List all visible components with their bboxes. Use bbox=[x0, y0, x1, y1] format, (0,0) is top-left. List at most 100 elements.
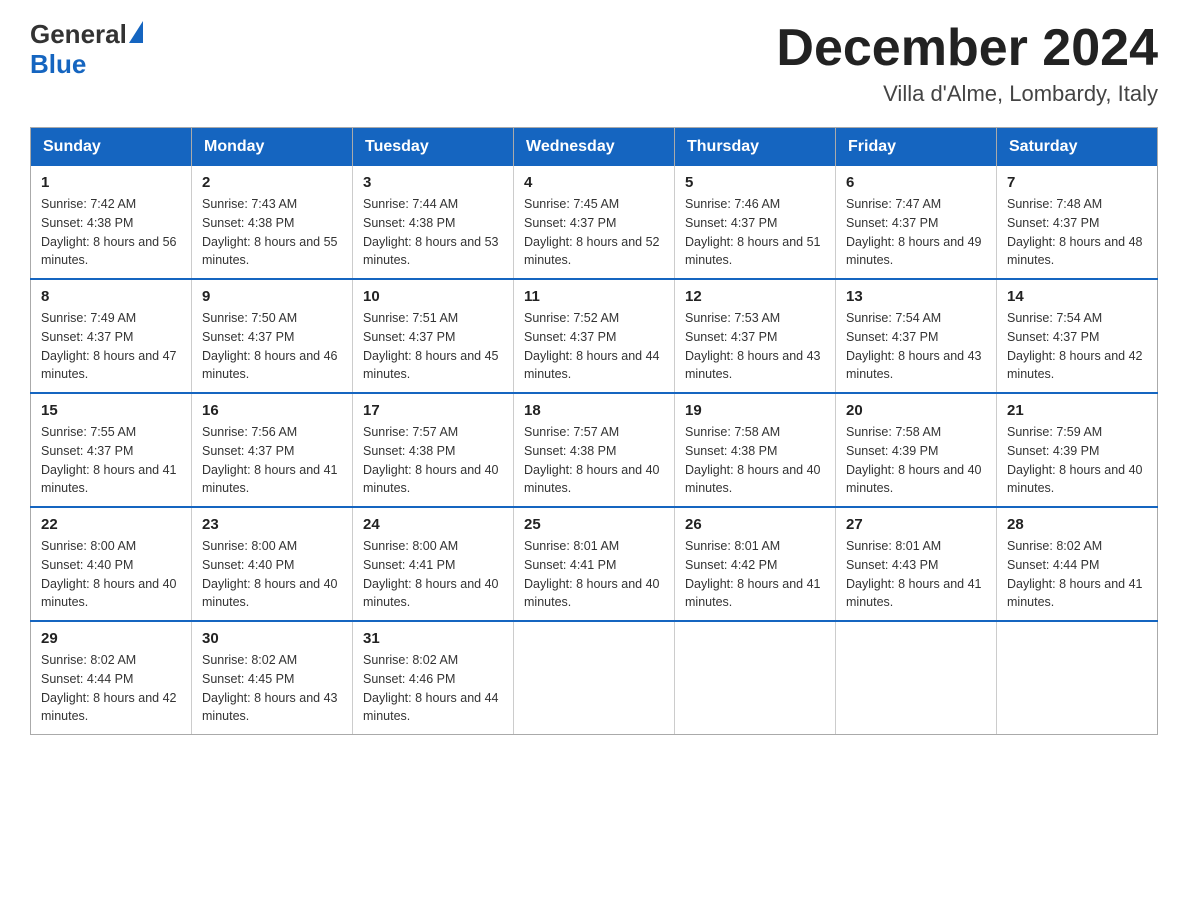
table-row: 17 Sunrise: 7:57 AMSunset: 4:38 PMDaylig… bbox=[353, 393, 514, 507]
table-row: 8 Sunrise: 7:49 AMSunset: 4:37 PMDayligh… bbox=[31, 279, 192, 393]
day-info: Sunrise: 8:01 AMSunset: 4:43 PMDaylight:… bbox=[846, 537, 986, 612]
page-header: General Blue December 2024 Villa d'Alme,… bbox=[30, 20, 1158, 107]
day-number: 1 bbox=[41, 174, 181, 191]
table-row: 4 Sunrise: 7:45 AMSunset: 4:37 PMDayligh… bbox=[514, 166, 675, 279]
table-row: 27 Sunrise: 8:01 AMSunset: 4:43 PMDaylig… bbox=[836, 507, 997, 621]
table-row: 18 Sunrise: 7:57 AMSunset: 4:38 PMDaylig… bbox=[514, 393, 675, 507]
table-row: 30 Sunrise: 8:02 AMSunset: 4:45 PMDaylig… bbox=[192, 621, 353, 735]
table-row: 25 Sunrise: 8:01 AMSunset: 4:41 PMDaylig… bbox=[514, 507, 675, 621]
day-info: Sunrise: 8:02 AMSunset: 4:45 PMDaylight:… bbox=[202, 651, 342, 726]
calendar-header-row: Sunday Monday Tuesday Wednesday Thursday… bbox=[31, 128, 1158, 167]
header-saturday: Saturday bbox=[997, 128, 1158, 167]
day-info: Sunrise: 7:52 AMSunset: 4:37 PMDaylight:… bbox=[524, 309, 664, 384]
day-number: 6 bbox=[846, 174, 986, 191]
day-info: Sunrise: 7:54 AMSunset: 4:37 PMDaylight:… bbox=[1007, 309, 1147, 384]
day-info: Sunrise: 7:55 AMSunset: 4:37 PMDaylight:… bbox=[41, 423, 181, 498]
day-info: Sunrise: 7:45 AMSunset: 4:37 PMDaylight:… bbox=[524, 195, 664, 270]
day-number: 19 bbox=[685, 402, 825, 419]
day-number: 3 bbox=[363, 174, 503, 191]
page-subtitle: Villa d'Alme, Lombardy, Italy bbox=[776, 81, 1158, 107]
day-number: 5 bbox=[685, 174, 825, 191]
day-info: Sunrise: 7:42 AMSunset: 4:38 PMDaylight:… bbox=[41, 195, 181, 270]
day-info: Sunrise: 7:59 AMSunset: 4:39 PMDaylight:… bbox=[1007, 423, 1147, 498]
table-row bbox=[675, 621, 836, 735]
table-row: 31 Sunrise: 8:02 AMSunset: 4:46 PMDaylig… bbox=[353, 621, 514, 735]
day-info: Sunrise: 8:00 AMSunset: 4:40 PMDaylight:… bbox=[41, 537, 181, 612]
calendar-table: Sunday Monday Tuesday Wednesday Thursday… bbox=[30, 127, 1158, 735]
day-number: 23 bbox=[202, 516, 342, 533]
day-info: Sunrise: 7:50 AMSunset: 4:37 PMDaylight:… bbox=[202, 309, 342, 384]
day-info: Sunrise: 8:00 AMSunset: 4:41 PMDaylight:… bbox=[363, 537, 503, 612]
day-number: 28 bbox=[1007, 516, 1147, 533]
day-number: 4 bbox=[524, 174, 664, 191]
day-info: Sunrise: 7:43 AMSunset: 4:38 PMDaylight:… bbox=[202, 195, 342, 270]
calendar-week-row: 8 Sunrise: 7:49 AMSunset: 4:37 PMDayligh… bbox=[31, 279, 1158, 393]
day-number: 22 bbox=[41, 516, 181, 533]
day-number: 15 bbox=[41, 402, 181, 419]
day-info: Sunrise: 7:48 AMSunset: 4:37 PMDaylight:… bbox=[1007, 195, 1147, 270]
day-number: 31 bbox=[363, 630, 503, 647]
calendar-week-row: 29 Sunrise: 8:02 AMSunset: 4:44 PMDaylig… bbox=[31, 621, 1158, 735]
calendar-week-row: 22 Sunrise: 8:00 AMSunset: 4:40 PMDaylig… bbox=[31, 507, 1158, 621]
logo: General Blue bbox=[30, 20, 143, 80]
day-number: 17 bbox=[363, 402, 503, 419]
day-info: Sunrise: 7:51 AMSunset: 4:37 PMDaylight:… bbox=[363, 309, 503, 384]
logo-general-text: General bbox=[30, 20, 127, 49]
table-row: 24 Sunrise: 8:00 AMSunset: 4:41 PMDaylig… bbox=[353, 507, 514, 621]
table-row: 26 Sunrise: 8:01 AMSunset: 4:42 PMDaylig… bbox=[675, 507, 836, 621]
day-info: Sunrise: 7:58 AMSunset: 4:39 PMDaylight:… bbox=[846, 423, 986, 498]
table-row: 15 Sunrise: 7:55 AMSunset: 4:37 PMDaylig… bbox=[31, 393, 192, 507]
table-row: 28 Sunrise: 8:02 AMSunset: 4:44 PMDaylig… bbox=[997, 507, 1158, 621]
day-info: Sunrise: 8:02 AMSunset: 4:44 PMDaylight:… bbox=[1007, 537, 1147, 612]
table-row: 7 Sunrise: 7:48 AMSunset: 4:37 PMDayligh… bbox=[997, 166, 1158, 279]
day-number: 2 bbox=[202, 174, 342, 191]
title-block: December 2024 Villa d'Alme, Lombardy, It… bbox=[776, 20, 1158, 107]
day-number: 30 bbox=[202, 630, 342, 647]
day-number: 13 bbox=[846, 288, 986, 305]
table-row: 20 Sunrise: 7:58 AMSunset: 4:39 PMDaylig… bbox=[836, 393, 997, 507]
table-row bbox=[997, 621, 1158, 735]
day-number: 8 bbox=[41, 288, 181, 305]
day-number: 18 bbox=[524, 402, 664, 419]
table-row: 9 Sunrise: 7:50 AMSunset: 4:37 PMDayligh… bbox=[192, 279, 353, 393]
calendar-week-row: 1 Sunrise: 7:42 AMSunset: 4:38 PMDayligh… bbox=[31, 166, 1158, 279]
day-info: Sunrise: 8:01 AMSunset: 4:41 PMDaylight:… bbox=[524, 537, 664, 612]
day-info: Sunrise: 7:58 AMSunset: 4:38 PMDaylight:… bbox=[685, 423, 825, 498]
table-row: 3 Sunrise: 7:44 AMSunset: 4:38 PMDayligh… bbox=[353, 166, 514, 279]
day-number: 9 bbox=[202, 288, 342, 305]
logo-triangle-icon bbox=[129, 21, 143, 43]
day-number: 14 bbox=[1007, 288, 1147, 305]
table-row: 29 Sunrise: 8:02 AMSunset: 4:44 PMDaylig… bbox=[31, 621, 192, 735]
table-row: 5 Sunrise: 7:46 AMSunset: 4:37 PMDayligh… bbox=[675, 166, 836, 279]
header-friday: Friday bbox=[836, 128, 997, 167]
day-info: Sunrise: 8:01 AMSunset: 4:42 PMDaylight:… bbox=[685, 537, 825, 612]
table-row: 23 Sunrise: 8:00 AMSunset: 4:40 PMDaylig… bbox=[192, 507, 353, 621]
header-monday: Monday bbox=[192, 128, 353, 167]
table-row: 2 Sunrise: 7:43 AMSunset: 4:38 PMDayligh… bbox=[192, 166, 353, 279]
table-row: 22 Sunrise: 8:00 AMSunset: 4:40 PMDaylig… bbox=[31, 507, 192, 621]
table-row: 6 Sunrise: 7:47 AMSunset: 4:37 PMDayligh… bbox=[836, 166, 997, 279]
header-thursday: Thursday bbox=[675, 128, 836, 167]
table-row: 1 Sunrise: 7:42 AMSunset: 4:38 PMDayligh… bbox=[31, 166, 192, 279]
day-number: 16 bbox=[202, 402, 342, 419]
day-number: 26 bbox=[685, 516, 825, 533]
day-number: 25 bbox=[524, 516, 664, 533]
header-wednesday: Wednesday bbox=[514, 128, 675, 167]
page-title: December 2024 bbox=[776, 20, 1158, 77]
table-row: 21 Sunrise: 7:59 AMSunset: 4:39 PMDaylig… bbox=[997, 393, 1158, 507]
day-info: Sunrise: 8:02 AMSunset: 4:46 PMDaylight:… bbox=[363, 651, 503, 726]
day-info: Sunrise: 8:00 AMSunset: 4:40 PMDaylight:… bbox=[202, 537, 342, 612]
day-number: 29 bbox=[41, 630, 181, 647]
table-row bbox=[836, 621, 997, 735]
day-info: Sunrise: 7:49 AMSunset: 4:37 PMDaylight:… bbox=[41, 309, 181, 384]
table-row: 16 Sunrise: 7:56 AMSunset: 4:37 PMDaylig… bbox=[192, 393, 353, 507]
day-info: Sunrise: 7:56 AMSunset: 4:37 PMDaylight:… bbox=[202, 423, 342, 498]
day-number: 12 bbox=[685, 288, 825, 305]
table-row: 10 Sunrise: 7:51 AMSunset: 4:37 PMDaylig… bbox=[353, 279, 514, 393]
day-number: 20 bbox=[846, 402, 986, 419]
day-info: Sunrise: 7:44 AMSunset: 4:38 PMDaylight:… bbox=[363, 195, 503, 270]
day-number: 11 bbox=[524, 288, 664, 305]
header-sunday: Sunday bbox=[31, 128, 192, 167]
day-number: 24 bbox=[363, 516, 503, 533]
table-row: 14 Sunrise: 7:54 AMSunset: 4:37 PMDaylig… bbox=[997, 279, 1158, 393]
